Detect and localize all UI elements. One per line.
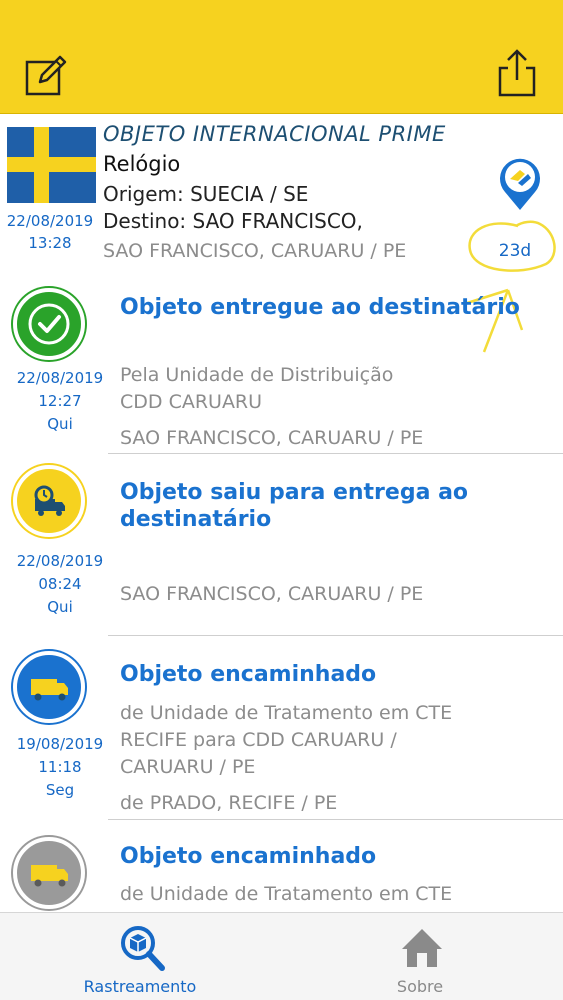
event-location: de PRADO, RECIFE / PE	[120, 792, 338, 814]
event-title: Objeto encaminhado	[120, 662, 377, 687]
event-time: 08:24	[38, 575, 82, 593]
destination: Destino: SAO FRANCISCO,	[103, 209, 363, 233]
event-detail: de Unidade de Tratamento em CTE	[120, 883, 453, 905]
event-detail: de Unidade de Tratamento em CTE	[120, 702, 453, 724]
summary-date: 22/08/2019	[6, 212, 94, 230]
service-type: OBJETO INTERNACIONAL PRIME	[103, 122, 446, 146]
destination-city: SAO FRANCISCO, CARUARU / PE	[103, 240, 407, 262]
tracking-event[interactable]: 22/08/2019 12:27 Qui Objeto entregue ao …	[0, 280, 563, 455]
days-counter: 23d	[498, 241, 532, 261]
tab-label: Rastreamento	[83, 977, 197, 996]
forwarded-status-icon	[13, 651, 85, 723]
origin: Origem: SUECIA / SE	[103, 182, 309, 206]
sweden-flag	[7, 127, 96, 203]
summary-time: 13:28	[28, 234, 72, 252]
out-for-delivery-status-icon	[13, 465, 85, 537]
divider	[108, 453, 563, 454]
event-location: SAO FRANCISCO, CARUARU / PE	[120, 427, 424, 449]
tracking-screen: 22/08/2019 13:28 OBJETO INTERNACIONAL PR…	[0, 0, 563, 1000]
tracking-event[interactable]: Objeto encaminhado de Unidade de Tratame…	[0, 821, 563, 912]
check-icon	[28, 303, 70, 345]
tracking-event[interactable]: 19/08/2019 11:18 Seg Objeto encaminhado …	[0, 637, 563, 820]
truck-icon	[31, 865, 68, 887]
event-date: 22/08/2019	[16, 552, 104, 570]
event-weekday: Qui	[47, 415, 73, 433]
truck-icon	[31, 679, 68, 701]
event-title: Objeto entregue ao destinatário	[120, 295, 520, 320]
house-icon	[402, 929, 442, 967]
event-time: 11:18	[38, 758, 82, 776]
forwarded-status-icon	[13, 837, 85, 909]
event-weekday: Qui	[47, 598, 73, 616]
event-detail: Pela Unidade de Distribuição	[120, 364, 394, 386]
event-datetime: 22/08/2019 08:24 Qui	[0, 550, 120, 619]
edit-button[interactable]	[24, 48, 68, 98]
package-search-icon	[121, 926, 165, 971]
divider	[108, 819, 563, 820]
event-location: SAO FRANCISCO, CARUARU / PE	[120, 583, 424, 605]
event-datetime: 22/08/2019 12:27 Qui	[0, 367, 120, 436]
event-date: 22/08/2019	[16, 369, 104, 387]
event-detail: RECIFE para CDD CARUARU /	[120, 729, 397, 751]
delivered-status-icon	[13, 288, 85, 360]
item-name: Relógio	[103, 152, 181, 176]
event-detail: CARUARU / PE	[120, 756, 256, 778]
share-button[interactable]	[495, 48, 539, 98]
tab-sobre[interactable]: Sobre	[320, 913, 520, 1000]
event-date: 19/08/2019	[16, 735, 104, 753]
package-summary[interactable]: 22/08/2019 13:28 OBJETO INTERNACIONAL PR…	[0, 114, 563, 274]
event-weekday: Seg	[45, 781, 75, 799]
event-detail: CDD CARUARU	[120, 391, 263, 413]
map-pin-button[interactable]	[497, 154, 543, 212]
event-datetime: 19/08/2019 11:18 Seg	[0, 733, 120, 802]
tab-bar: Rastreamento Sobre	[0, 912, 563, 1000]
tab-rastreamento[interactable]: Rastreamento	[40, 913, 240, 1000]
event-title: Objeto saiu para entrega ao destinatário	[120, 480, 469, 532]
event-time: 12:27	[38, 392, 82, 410]
divider	[108, 635, 563, 636]
summary-datetime: 22/08/2019 13:28	[0, 210, 100, 254]
tracking-event[interactable]: 22/08/2019 08:24 Qui Objeto saiu para en…	[0, 455, 563, 640]
map-pin-icon	[500, 158, 540, 210]
share-icon	[498, 49, 536, 97]
event-title: Objeto encaminhado	[120, 844, 377, 869]
top-bar	[0, 0, 563, 114]
delivery-truck-clock-icon	[34, 485, 65, 516]
tab-label: Sobre	[396, 977, 444, 996]
edit-icon	[25, 55, 67, 96]
